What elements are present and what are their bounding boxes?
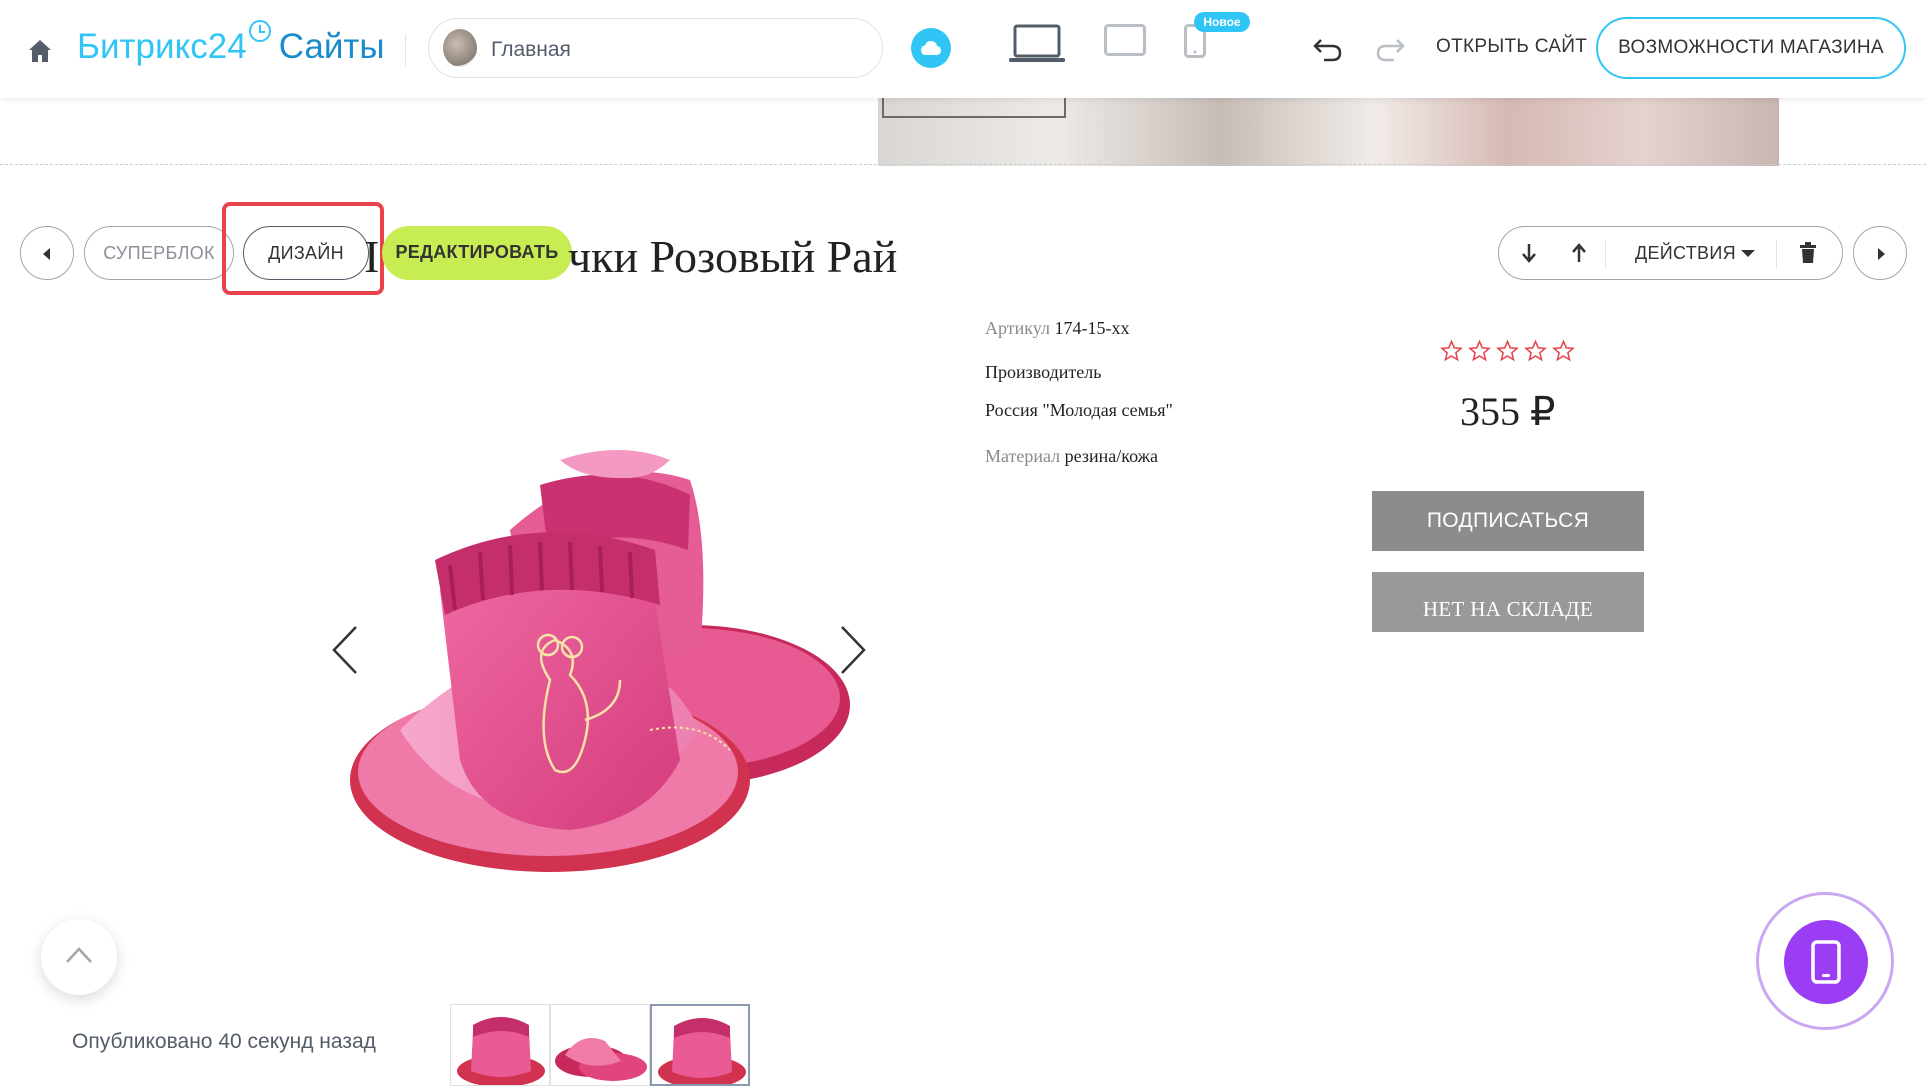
thumbnail-image bbox=[658, 1018, 746, 1084]
publish-cloud-button[interactable] bbox=[911, 28, 951, 68]
logo-main-text: Битрикс24 bbox=[77, 27, 247, 66]
page-thumbnail bbox=[443, 29, 477, 67]
material-label: Материал bbox=[985, 446, 1061, 466]
divider bbox=[405, 34, 406, 66]
previous-block-button[interactable] bbox=[20, 226, 74, 280]
star-icon[interactable] bbox=[1552, 340, 1575, 362]
product-material: Материал резина/кожа bbox=[985, 446, 1158, 467]
out-of-stock-button[interactable]: НЕТ НА СКЛАДЕ bbox=[1372, 572, 1644, 632]
trash-icon[interactable] bbox=[1799, 242, 1817, 264]
material-value: резина/кожа bbox=[1064, 446, 1159, 466]
product-title: ТапочкиIчки Розовый Рай bbox=[360, 230, 897, 283]
block-actions-group: ДЕЙСТВИЯ bbox=[1498, 226, 1843, 280]
chevron-left-icon bbox=[43, 248, 50, 260]
published-status: Опубликовано 40 секунд назад bbox=[72, 1030, 376, 1053]
editor-topbar: Битрикс24 Сайты Главная Новое ОТКРЫТЬ САЙ… bbox=[0, 0, 1926, 98]
next-block-button[interactable] bbox=[1853, 226, 1907, 280]
bitrix24-sites-logo[interactable]: Битрикс24 Сайты bbox=[77, 20, 385, 67]
arrow-down-icon[interactable] bbox=[1521, 242, 1537, 264]
block-separator bbox=[0, 164, 1926, 165]
product-price: 355 ₽ bbox=[1460, 389, 1556, 434]
chevron-right-icon[interactable] bbox=[838, 623, 868, 677]
clock-icon bbox=[248, 20, 271, 42]
desktop-icon[interactable] bbox=[1008, 24, 1066, 64]
thumbnail-image bbox=[457, 1017, 545, 1085]
subscribe-button[interactable]: ПОДПИСАТЬСЯ bbox=[1372, 491, 1644, 551]
product-sku: Артикул 174-15-xx bbox=[985, 318, 1129, 339]
gallery-thumbnail[interactable] bbox=[550, 1004, 650, 1086]
gallery-thumbnail[interactable] bbox=[650, 1004, 750, 1086]
star-icon[interactable] bbox=[1524, 340, 1547, 362]
product-title-prefix: I bbox=[364, 231, 380, 282]
actions-dropdown[interactable]: ДЕЙСТВИЯ bbox=[1635, 243, 1736, 264]
thumbnail-image bbox=[555, 1038, 647, 1081]
star-icon[interactable] bbox=[1468, 340, 1491, 362]
gallery-thumbnail[interactable] bbox=[450, 1004, 550, 1086]
superblock-button[interactable]: СУПЕРБЛОК bbox=[84, 226, 234, 280]
mobile-preview-button[interactable] bbox=[1784, 920, 1868, 1004]
logo-sites-text: Сайты bbox=[278, 27, 385, 66]
divider bbox=[1776, 240, 1777, 268]
star-icon[interactable] bbox=[1440, 340, 1463, 362]
chevron-right-icon bbox=[1878, 248, 1885, 260]
tablet-icon[interactable] bbox=[1104, 24, 1146, 56]
undo-icon[interactable] bbox=[1312, 32, 1344, 64]
previous-block-image bbox=[878, 98, 1779, 166]
new-badge: Новое bbox=[1194, 12, 1250, 32]
sku-label: Артикул bbox=[985, 318, 1050, 338]
redo-icon[interactable] bbox=[1374, 32, 1406, 64]
chevron-left-icon[interactable] bbox=[330, 623, 360, 677]
sku-value: 174-15-xx bbox=[1054, 318, 1130, 338]
product-image bbox=[350, 450, 850, 872]
rating-stars[interactable] bbox=[1440, 340, 1575, 362]
chevron-down-icon bbox=[1741, 250, 1755, 257]
cloud-icon bbox=[921, 41, 941, 55]
divider bbox=[1605, 240, 1606, 268]
product-title-text: чки Розовый Рай bbox=[568, 231, 898, 282]
open-site-link[interactable]: ОТКРЫТЬ САЙТ bbox=[1436, 36, 1587, 58]
gallery-thumbnails bbox=[450, 1004, 750, 1086]
star-icon[interactable] bbox=[1496, 340, 1519, 362]
page-selector-label: Главная bbox=[491, 38, 571, 61]
banner-frame bbox=[882, 98, 1066, 118]
manufacturer-label: Производитель bbox=[985, 362, 1102, 382]
manufacturer-value: Россия "Молодая семья" bbox=[985, 400, 1173, 420]
chevron-up-icon bbox=[66, 947, 92, 963]
home-icon[interactable] bbox=[26, 37, 54, 65]
arrow-up-icon[interactable] bbox=[1571, 242, 1587, 264]
shop-features-button[interactable]: ВОЗМОЖНОСТИ МАГАЗИНА bbox=[1596, 17, 1906, 79]
phone-icon bbox=[1811, 940, 1841, 984]
page-selector[interactable]: Главная bbox=[428, 18, 883, 78]
scroll-to-top-button[interactable] bbox=[41, 919, 117, 995]
